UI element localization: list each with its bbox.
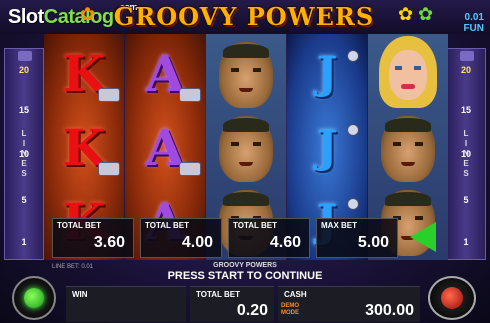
win-panel: WIN [66,286,186,322]
camera-icon [98,162,120,176]
line-marker-5[interactable]: 5 [5,195,43,205]
total-bet-panel[interactable]: TOTAL BET 0.20 [190,286,274,322]
roller-skate-icon [179,162,201,176]
game-header: SlotCatalog com ✿ GROOVY POWERS ✿ ✿ 0.01… [0,0,490,34]
total-bet-label: TOTAL BET [196,290,240,299]
bet-option-label: TOTAL BET [233,221,277,230]
line-marker-5[interactable]: 5 [447,195,485,205]
symbol-k: K [44,36,124,110]
flower-icon: ✿ [80,4,96,24]
scroll-handle[interactable] [18,51,32,61]
line-marker-20[interactable]: 20 [5,65,43,75]
microphone-icon [347,50,359,62]
bet-option-label: MAX BET [321,221,357,230]
cash-value: 300.00 [365,302,414,319]
microphone-icon [347,198,359,210]
lines-label: L I N E S [463,129,469,178]
flower-icon: ✿ [418,4,434,24]
bet-option-value: 4.00 [181,234,213,251]
line-marker-15[interactable]: 15 [447,105,485,115]
line-marker-15[interactable]: 15 [5,105,43,115]
roller-skate-icon [179,88,201,102]
max-bet-option[interactable]: MAX BET 5.00 [316,218,398,258]
line-marker-1[interactable]: 1 [447,237,485,247]
symbol-bald-man [206,38,286,112]
line-marker-1[interactable]: 1 [5,237,43,247]
cash-label: CASH [284,290,307,299]
win-label: WIN [72,290,88,299]
bet-option-value: 3.60 [93,234,125,251]
symbol-a: A [125,110,205,184]
flower-icon: ✿ [398,4,414,24]
symbol-blonde-lady [368,36,448,110]
bet-option-3[interactable]: TOTAL BET 4.60 [228,218,310,258]
paylines-right: 20 15 10 5 1 L I N E S [446,48,486,260]
symbol-k: K [44,110,124,184]
balance-amount: 0.01 [464,12,484,23]
cash-panel: CASH DEMO MODE 300.00 [278,286,420,322]
game-title: GROOVY POWERS [113,2,375,31]
spin-button-icon[interactable] [12,276,56,320]
symbol-a: A [125,36,205,110]
gamble-button-icon[interactable] [428,276,476,320]
play-arrow-icon[interactable] [410,222,436,252]
demo-mode-badge: DEMO MODE [281,303,299,316]
symbol-bald-man [368,112,448,186]
bet-option-1[interactable]: TOTAL BET 3.60 [52,218,134,258]
scroll-handle[interactable] [460,51,474,61]
lines-label: L I N E S [21,129,27,178]
symbol-bald-man [206,112,286,186]
paylines-left: 20 15 10 5 1 L I N E S [4,48,44,260]
balance-display: 0.01 FUN [463,12,484,34]
game-screen: SlotCatalog com ✿ GROOVY POWERS ✿ ✿ 0.01… [0,0,490,323]
total-bet-value: 0.20 [236,302,268,319]
microphone-icon [347,124,359,136]
bet-option-value: 4.60 [269,234,301,251]
symbol-j: J [287,36,367,110]
game-name-label: GROOVY POWERS [213,262,277,269]
bet-option-label: TOTAL BET [57,221,101,230]
bet-option-2[interactable]: TOTAL BET 4.00 [140,218,222,258]
bet-option-label: TOTAL BET [145,221,189,230]
logo-main: Slot [8,6,44,28]
camera-icon [98,88,120,102]
bet-option-value: 5.00 [357,234,389,251]
symbol-j: J [287,110,367,184]
status-message: PRESS START TO CONTINUE [167,270,323,282]
line-marker-20[interactable]: 20 [447,65,485,75]
balance-label: FUN [463,23,484,34]
